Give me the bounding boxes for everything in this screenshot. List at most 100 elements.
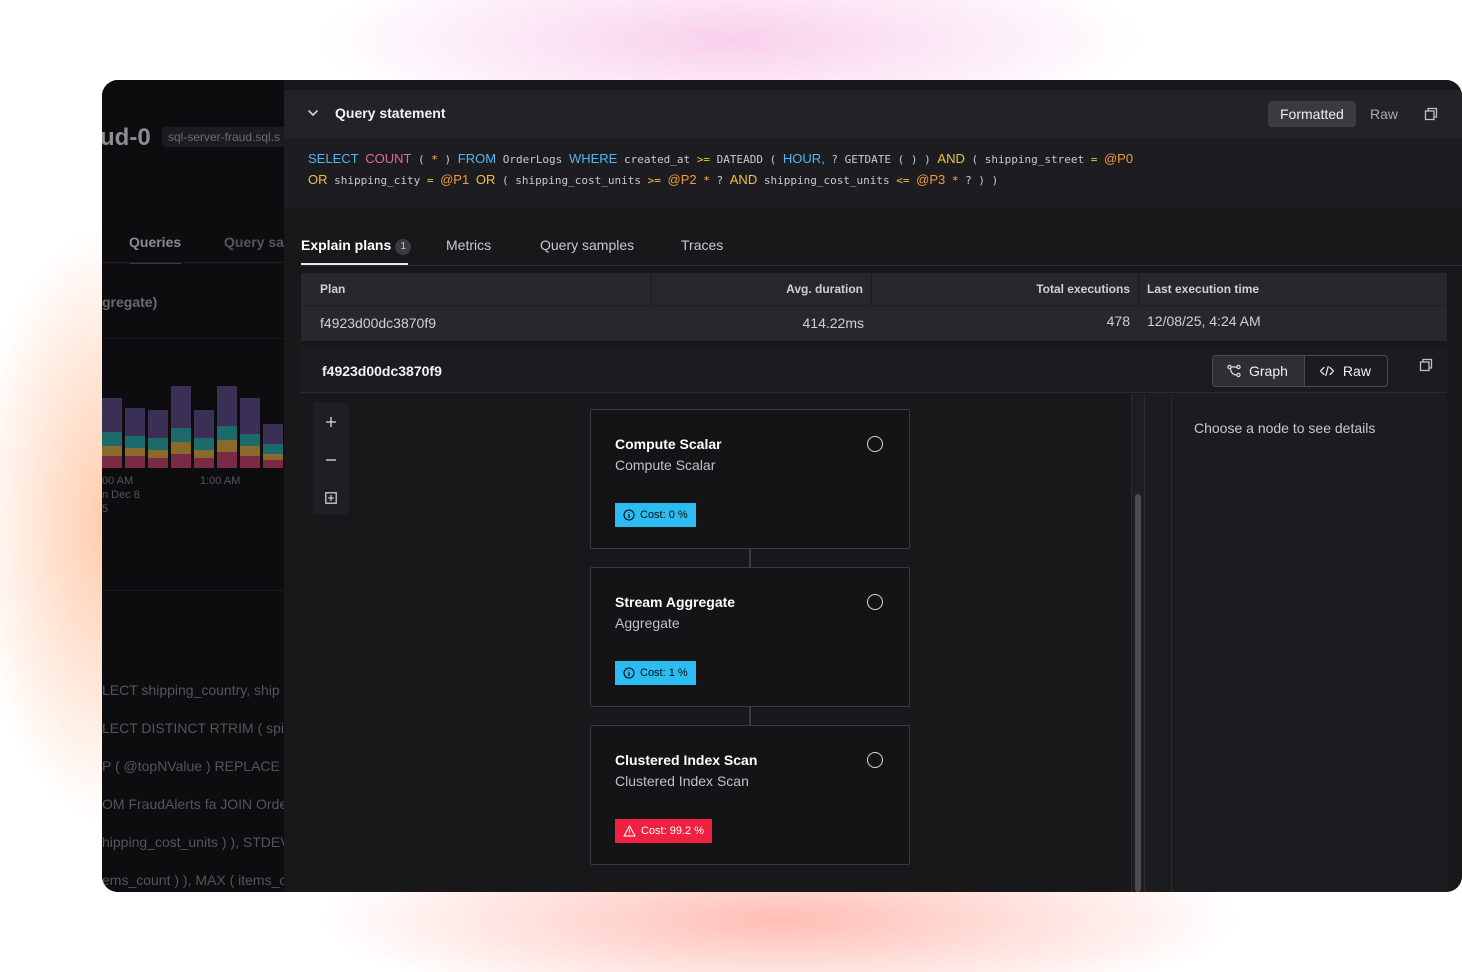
background-tick: 00 AM: [102, 475, 134, 487]
cost-badge: Cost: 99.2 %: [615, 819, 712, 843]
background-tab-queries[interactable]: Queries: [129, 234, 182, 264]
cost-badge: Cost: 1 %: [615, 661, 696, 685]
background-tick-sub: 5: [102, 503, 109, 515]
sql-token: *: [431, 153, 438, 166]
sql-token: OrderLogs: [496, 153, 569, 166]
background-tick-sub: n Dec 8: [102, 489, 140, 501]
column-header-last-execution: Last execution time: [1147, 282, 1260, 296]
query-statement-title: Query statement: [335, 105, 446, 121]
background-query-row[interactable]: LECT shipping_country, ship: [102, 682, 280, 698]
sql-token: @P2: [667, 172, 697, 187]
sql-token: ( shipping_street: [964, 153, 1091, 166]
node-title: Stream Aggregate: [615, 594, 736, 610]
plan-node[interactable]: Compute Scalar Compute Scalar Cost: 0 %: [590, 409, 910, 549]
sql-code-block: SELECT COUNT ( * ) FROM OrderLogs WHERE …: [284, 138, 1462, 208]
table-header-divider: [301, 305, 1447, 306]
node-subtitle: Compute Scalar: [615, 457, 716, 473]
background-host-pill: sql-server-fraud.sql.s: [162, 127, 287, 147]
zoom-controls: [313, 402, 349, 514]
tab-count-badge: 1: [395, 239, 412, 255]
scrollbar-thumb[interactable]: [1135, 494, 1141, 892]
zoom-out-button[interactable]: [313, 442, 349, 478]
background-query-row[interactable]: hipping_cost_units ) ), STDEV: [102, 834, 290, 850]
node-select-radio[interactable]: [867, 752, 883, 768]
plan-detail-header: f4923d00dc3870f9 Graph Raw: [301, 346, 1447, 393]
zoom-in-button[interactable]: [313, 404, 349, 440]
sql-token: ?: [709, 174, 730, 187]
sql-token: DATEADD (: [710, 153, 783, 166]
background-divider: [102, 590, 292, 591]
sql-token: ): [437, 153, 458, 166]
plans-table: Plan Avg. duration Total executions Last…: [301, 273, 1447, 341]
sql-token: created_at: [617, 153, 697, 166]
query-detail-panel: Query statement Formatted Raw SELECT COU…: [284, 80, 1462, 892]
background-tab-query-samples[interactable]: Query sa: [224, 234, 284, 250]
query-statement-header[interactable]: Query statement Formatted Raw: [284, 90, 1462, 138]
graph-scrollbar[interactable]: [1131, 394, 1145, 892]
background-query-row[interactable]: LECT DISTINCT RTRIM ( spi.c: [102, 720, 295, 736]
copy-icon[interactable]: [1419, 358, 1433, 372]
sql-token: SELECT: [308, 151, 359, 166]
fit-view-button[interactable]: [313, 480, 349, 516]
background-query-row[interactable]: P ( @topNValue ) REPLACE (: [102, 758, 288, 774]
active-tab-indicator: [301, 263, 408, 265]
background-app: ud-0 sql-server-fraud.sql.s Queries Quer…: [102, 80, 295, 892]
minus-icon: [326, 459, 336, 461]
sql-token: COUNT: [365, 151, 412, 166]
total-executions-cell: 478: [1106, 313, 1130, 329]
sql-token: ? GETDATE ( ) ): [824, 153, 938, 166]
sql-token: ? ) ): [958, 174, 999, 187]
tabs-divider: [301, 265, 1462, 266]
sql-token: ( shipping_cost_units: [495, 174, 648, 187]
plus-icon: [326, 417, 336, 427]
node-connector: [749, 549, 751, 568]
node-select-radio[interactable]: [867, 436, 883, 452]
raw-view-label: Raw: [1342, 363, 1371, 379]
graph-view-button[interactable]: Graph: [1213, 356, 1305, 386]
tab-traces[interactable]: Traces: [681, 237, 723, 253]
background-tick: 1:00 AM: [200, 475, 241, 487]
tab-query-samples[interactable]: Query samples: [540, 237, 634, 253]
sql-token: FROM: [457, 151, 497, 166]
cost-badge: Cost: 0 %: [615, 503, 696, 527]
background-divider: [102, 262, 292, 263]
background-query-row[interactable]: OM FraudAlerts fa JOIN Orde: [102, 796, 287, 812]
cost-badge-label: Cost: 0 %: [640, 509, 688, 521]
node-subtitle: Clustered Index Scan: [615, 773, 749, 789]
sql-token: >=: [647, 174, 661, 187]
details-placeholder: Choose a node to see details: [1194, 420, 1376, 436]
sql-token: HOUR,: [782, 151, 825, 166]
raw-toggle-button[interactable]: Raw: [1364, 101, 1404, 127]
chevron-down-icon[interactable]: [306, 106, 320, 120]
formatted-toggle-button[interactable]: Formatted: [1268, 101, 1356, 127]
sql-line: SELECT COUNT ( * ) FROM OrderLogs WHERE …: [308, 151, 1133, 166]
raw-view-button[interactable]: Raw: [1305, 356, 1387, 386]
background-divider: [102, 338, 292, 339]
plan-graph-canvas[interactable]: Compute Scalar Compute Scalar Cost: 0 % …: [301, 394, 1131, 892]
sql-token: >=: [696, 153, 711, 166]
node-subtitle: Aggregate: [615, 615, 680, 631]
copy-icon[interactable]: [1424, 107, 1438, 121]
background-query-row[interactable]: ems_count ) ), MAX ( items_c: [102, 872, 286, 888]
view-mode-toggle: Graph Raw: [1212, 355, 1388, 387]
sql-token: *: [703, 174, 710, 187]
sql-token: @P0: [1103, 151, 1134, 166]
node-select-radio[interactable]: [867, 594, 883, 610]
background-bars: [102, 386, 283, 468]
column-header-total-executions: Total executions: [1036, 282, 1130, 296]
node-title: Clustered Index Scan: [615, 752, 758, 768]
detail-tabs: Explain plans 1 Metrics Query samples Tra…: [284, 220, 1462, 266]
sql-token: AND: [729, 172, 758, 187]
fit-view-icon: [325, 492, 337, 504]
sql-line: OR shipping_city = @P1 OR ( shipping_cos…: [308, 172, 998, 187]
plan-node[interactable]: Stream Aggregate Aggregate Cost: 1 %: [590, 567, 910, 707]
graph-icon: [1227, 364, 1241, 378]
sql-token: <=: [896, 174, 910, 187]
tab-metrics[interactable]: Metrics: [446, 237, 491, 253]
info-icon: [623, 509, 635, 521]
sql-token: @P1: [440, 172, 470, 187]
tab-explain-plans[interactable]: Explain plans 1: [301, 237, 412, 255]
plan-node[interactable]: Clustered Index Scan Clustered Index Sca…: [590, 725, 910, 865]
